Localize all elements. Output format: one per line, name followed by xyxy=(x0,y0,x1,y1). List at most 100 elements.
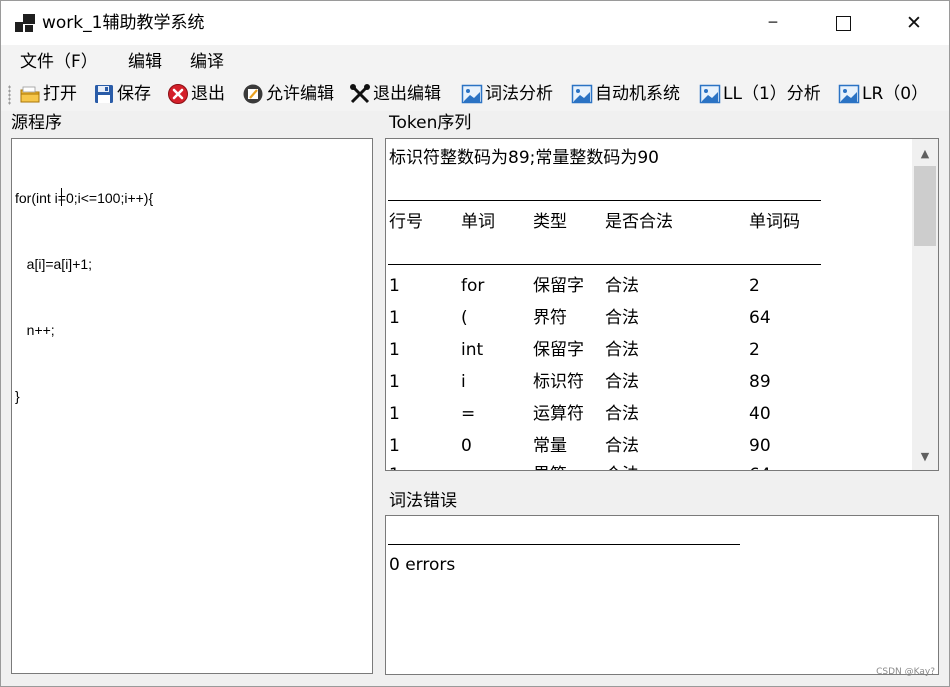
cell-type: 界符 xyxy=(533,308,567,328)
lr0-button[interactable]: LR（0） xyxy=(838,81,928,107)
cell-code: 64 xyxy=(749,464,771,470)
cell-valid: 合法 xyxy=(605,404,639,424)
minimize-icon: ─ xyxy=(768,15,778,31)
cell-word: ( xyxy=(461,308,468,328)
watermark: CSDN @Kay? xyxy=(876,667,935,677)
cell-valid: 合法 xyxy=(605,436,639,456)
app-icon xyxy=(15,14,35,32)
cell-code: 89 xyxy=(749,372,771,392)
cell-line: 1 xyxy=(389,340,400,360)
header-valid: 是否合法 xyxy=(605,212,673,232)
cell-valid: 合法 xyxy=(605,464,639,470)
cell-line: 1 xyxy=(389,276,400,296)
errors-text: 0 errors xyxy=(389,555,456,575)
scroll-down-icon[interactable]: ▼ xyxy=(912,444,938,468)
header-word: 单词 xyxy=(461,212,495,232)
exit-edit-button[interactable]: 退出编辑 xyxy=(349,81,441,107)
header-code: 单词码 xyxy=(749,212,800,232)
allow-edit-label: 允许编辑 xyxy=(266,84,334,104)
image-icon xyxy=(571,83,593,105)
divider xyxy=(388,264,821,265)
cell-type: 运算符 xyxy=(533,404,584,424)
cell-valid: 合法 xyxy=(605,276,639,296)
edit-icon xyxy=(242,83,264,105)
menu-edit[interactable]: 编辑 xyxy=(128,51,162,73)
close-icon: ✕ xyxy=(906,12,922,34)
lexical-analysis-button[interactable]: 词法分析 xyxy=(461,81,553,107)
cell-line: 1 xyxy=(389,404,400,424)
automaton-button[interactable]: 自动机系统 xyxy=(571,81,680,107)
header-line: 行号 xyxy=(389,212,423,232)
scroll-thumb[interactable] xyxy=(914,166,936,246)
ll1-analysis-label: LL（1）分析 xyxy=(723,84,821,104)
exit-x-icon xyxy=(167,83,189,105)
header-type: 类型 xyxy=(533,212,567,232)
save-button[interactable]: 保存 xyxy=(93,81,151,107)
cell-word: = xyxy=(461,404,476,424)
code-line: } xyxy=(15,388,20,404)
token-output[interactable]: 标识符整数码为89;常量整数码为90 行号 单词 类型 是否合法 单词码 1 f… xyxy=(385,138,939,471)
cell-code: 64 xyxy=(749,308,771,328)
automaton-label: 自动机系统 xyxy=(595,84,680,104)
cell-type: 常量 xyxy=(533,436,567,456)
token-scrollbar[interactable]: ▲ ▼ xyxy=(912,139,938,470)
text-caret xyxy=(61,188,62,206)
image-icon xyxy=(461,83,483,105)
menu-bar: 文件（F） 编辑 编译 xyxy=(1,45,949,77)
exit-button[interactable]: 退出 xyxy=(167,81,225,107)
cell-type: 界符 xyxy=(533,464,567,470)
errors-output[interactable]: 0 errors xyxy=(385,515,939,675)
cell-code: 2 xyxy=(749,276,760,296)
token-summary: 标识符整数码为89;常量整数码为90 xyxy=(389,148,659,168)
cell-line: 1 xyxy=(389,436,400,456)
errors-label: 词法错误 xyxy=(389,491,457,511)
menu-file[interactable]: 文件（F） xyxy=(20,51,98,73)
open-button[interactable]: 打开 xyxy=(19,81,77,107)
token-label: Token序列 xyxy=(389,113,472,133)
allow-edit-button[interactable]: 允许编辑 xyxy=(242,81,334,107)
cell-type: 标识符 xyxy=(533,372,584,392)
cell-valid: 合法 xyxy=(605,340,639,360)
tools-icon xyxy=(349,83,371,105)
close-button[interactable]: ✕ xyxy=(879,1,949,45)
cell-code: 90 xyxy=(749,436,771,456)
cell-word: int xyxy=(461,340,484,360)
divider xyxy=(388,544,740,545)
toolbar-grip[interactable] xyxy=(8,85,11,105)
save-label: 保存 xyxy=(117,84,151,104)
cell-valid: 合法 xyxy=(605,372,639,392)
floppy-icon xyxy=(93,83,115,105)
lr0-label: LR（0） xyxy=(862,84,929,104)
open-label: 打开 xyxy=(43,84,77,104)
minimize-button[interactable]: ─ xyxy=(738,1,808,45)
scroll-up-icon[interactable]: ▲ xyxy=(912,141,938,165)
main-window: work_1辅助教学系统 ─ ✕ 文件（F） 编辑 编译 打开 保存 退出 允许… xyxy=(0,0,950,687)
image-icon xyxy=(699,83,721,105)
cell-word: 0 xyxy=(461,436,472,456)
code-line: for(int i=0;i<=100;i++){ xyxy=(15,190,154,206)
cell-type: 保留字 xyxy=(533,276,584,296)
folder-icon xyxy=(19,83,41,105)
source-label: 源程序 xyxy=(11,113,62,133)
token-content: 标识符整数码为89;常量整数码为90 行号 单词 类型 是否合法 单词码 1 f… xyxy=(388,139,912,470)
cell-word: for xyxy=(461,276,485,296)
window-title: work_1辅助教学系统 xyxy=(42,13,205,33)
maximize-button[interactable] xyxy=(808,1,878,45)
cell-line: 1 xyxy=(389,308,400,328)
cell-word: i xyxy=(461,372,466,392)
maximize-icon xyxy=(835,15,851,31)
cell-line: 1 xyxy=(389,372,400,392)
title-bar[interactable]: work_1辅助教学系统 ─ ✕ xyxy=(1,1,949,45)
code-line: n++; xyxy=(15,322,55,338)
image-icon xyxy=(838,83,860,105)
lexical-analysis-label: 词法分析 xyxy=(485,84,553,104)
source-editor[interactable]: for(int i=0;i<=100;i++){ a[i]=a[i]+1; n+… xyxy=(11,138,373,674)
toolbar: 打开 保存 退出 允许编辑 退出编辑 词法分析 自动机系统 LL（1）分析 LR… xyxy=(1,77,949,111)
ll1-analysis-button[interactable]: LL（1）分析 xyxy=(699,81,821,107)
menu-compile[interactable]: 编译 xyxy=(190,51,224,73)
divider xyxy=(388,200,821,201)
source-code: for(int i=0;i<=100;i++){ a[i]=a[i]+1; n+… xyxy=(15,143,153,451)
cell-line: 1 xyxy=(389,464,400,470)
code-line: a[i]=a[i]+1; xyxy=(15,256,93,272)
cell-valid: 合法 xyxy=(605,308,639,328)
